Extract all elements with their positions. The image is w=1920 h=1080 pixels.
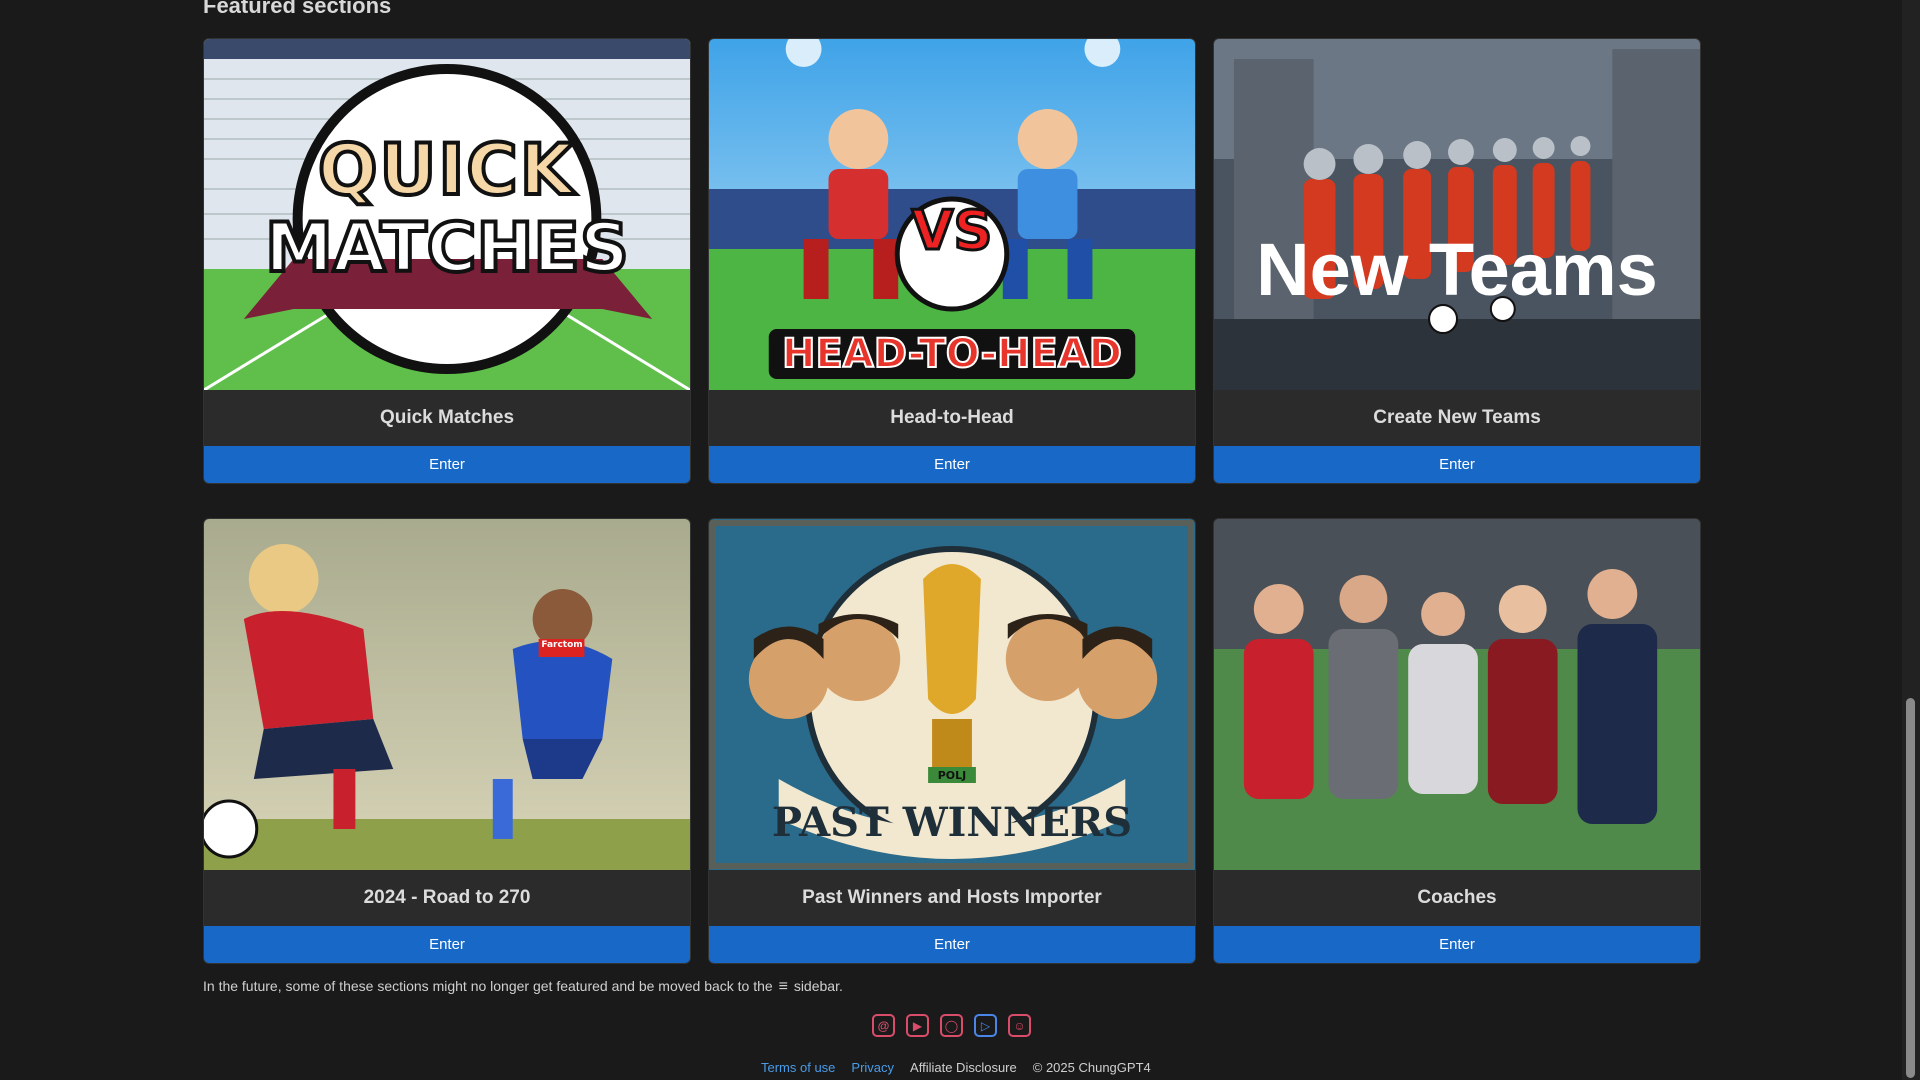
enter-button[interactable]: Enter [204,926,690,963]
past-winners-art: PAST WINNERS [771,799,1133,846]
past-winners-image[interactable]: POLJ PAST WINNERS [709,519,1195,870]
quick-matches-image[interactable]: QUICK MATCHES [204,39,690,390]
section-title: Featured sections [203,0,392,18]
vs-art: VS [910,198,994,264]
card-title: Coaches [1417,887,1497,908]
road-to-270-image[interactable]: Farctom [204,519,690,870]
farctom-art: Farctom [541,640,583,650]
enter-button[interactable]: Enter [1214,926,1700,963]
card-title: Create New Teams [1373,407,1541,428]
card-title: Past Winners and Hosts Importer [802,887,1102,908]
scrollbar-thumb[interactable] [1906,698,1915,1078]
card-title: Quick Matches [379,407,515,428]
polj-art: POLJ [937,769,967,782]
new-teams-art: New Teams [1256,228,1658,311]
social-links: @ ▶ ◯ ▷ ☺ [872,1014,1031,1037]
featured-note: In the future, some of these sections mi… [203,978,843,996]
privacy-link[interactable]: Privacy [851,1060,894,1075]
menu-icon: ≡ [778,978,788,995]
instagram-icon[interactable]: ◯ [940,1014,963,1037]
card-head-to-head: VS HEAD-TO-HEAD Head-to-Head Enter [708,38,1196,484]
play-store-icon[interactable]: ▷ [974,1014,997,1037]
create-new-teams-image[interactable]: New Teams [1214,39,1700,390]
footer: Terms of use Privacy Affiliate Disclosur… [761,1060,1151,1075]
coaches-image[interactable] [1214,519,1700,870]
note-text-before: In the future, some of these sections mi… [203,978,773,994]
enter-button[interactable]: Enter [1214,446,1700,483]
note-text-after: sidebar. [793,978,843,994]
enter-button[interactable]: Enter [204,446,690,483]
affiliate-disclosure[interactable]: Affiliate Disclosure [910,1060,1017,1075]
card-title: 2024 - Road to 270 [363,887,531,908]
card-quick-matches: QUICK MATCHES Quick Matches Enter [203,38,691,484]
quick-art-line2: MATCHES [263,207,631,290]
card-title: Head-to-Head [890,407,1014,428]
enter-button[interactable]: Enter [709,446,1195,483]
featured-grid: QUICK MATCHES Quick Matches Enter VS HEA… [203,38,1702,964]
youtube-icon[interactable]: ▶ [906,1014,929,1037]
card-create-new-teams: New Teams Create New Teams Enter [1213,38,1701,484]
card-road-to-270: Farctom 2024 - Road to 270 Enter [203,518,691,964]
head-to-head-art: HEAD-TO-HEAD [781,330,1123,378]
card-past-winners: POLJ PAST WINNERS Past Winners and Hosts… [708,518,1196,964]
threads-icon[interactable]: @ [872,1014,895,1037]
copyright: © 2025 ChungGPT4 [1032,1060,1151,1075]
scrollbar[interactable] [1902,0,1920,1080]
card-coaches: Coaches Enter [1213,518,1701,964]
quick-art-line1: QUICK [316,127,576,213]
terms-link[interactable]: Terms of use [761,1060,835,1075]
reddit-icon[interactable]: ☺ [1008,1014,1031,1037]
head-to-head-image[interactable]: VS HEAD-TO-HEAD [709,39,1195,390]
enter-button[interactable]: Enter [709,926,1195,963]
